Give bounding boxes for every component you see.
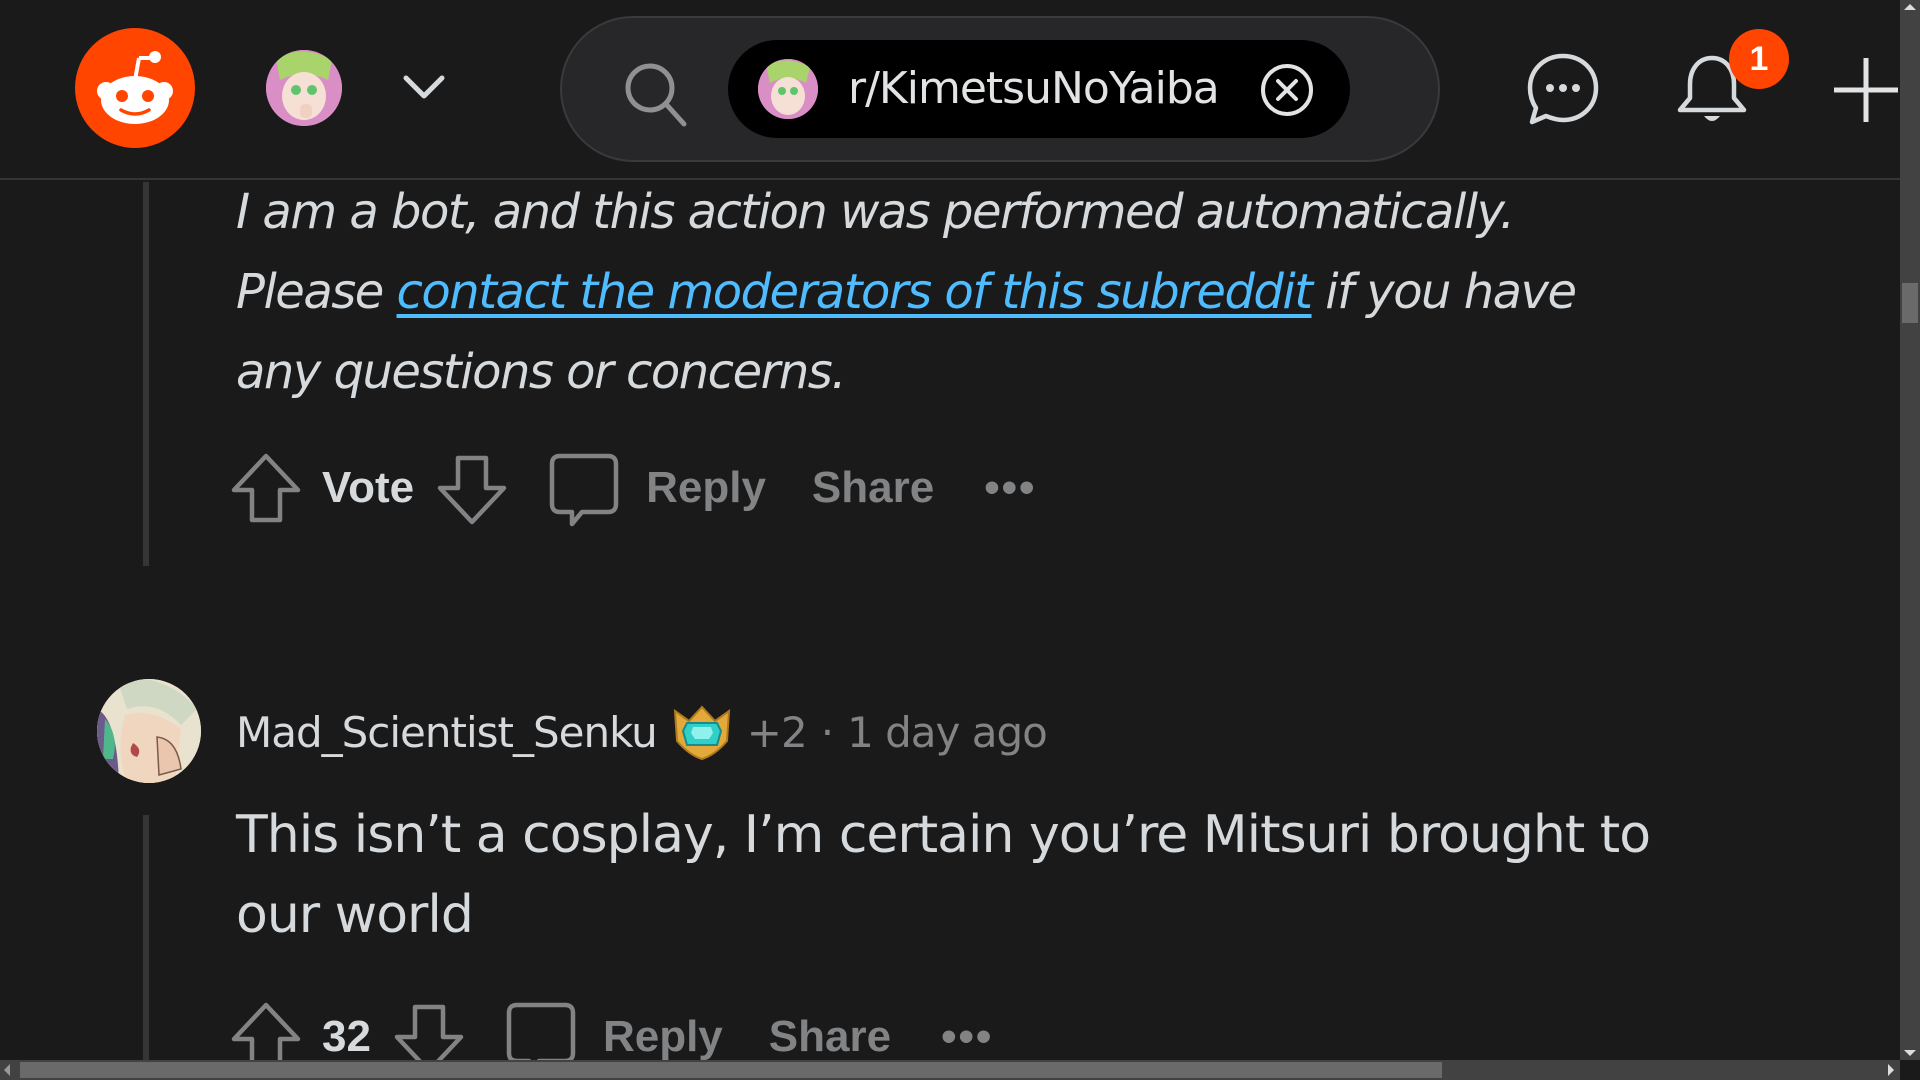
scrollbar-corner: [1900, 1060, 1920, 1080]
reply-label: Reply: [602, 1012, 723, 1061]
reply-button[interactable]: Reply: [546, 448, 766, 528]
plus-icon[interactable]: [1830, 54, 1902, 126]
scroll-left-arrow-icon[interactable]: [4, 1064, 10, 1076]
vote-count: Vote: [322, 463, 415, 512]
vertical-scrollbar[interactable]: [1900, 0, 1920, 1060]
username-link[interactable]: Mad_Scientist_Senku: [236, 708, 658, 757]
commenter-avatar[interactable]: [97, 679, 201, 783]
upvote-icon[interactable]: [228, 448, 304, 528]
subreddit-search-chip[interactable]: r/KimetsuNoYaiba: [728, 40, 1350, 138]
search-bar[interactable]: r/KimetsuNoYaiba: [560, 16, 1440, 162]
top-nav-bar: r/KimetsuNoYaiba 1: [0, 0, 1900, 180]
karma-score: +2: [746, 707, 808, 757]
meta-separator: ·: [820, 707, 834, 757]
bot-comment-line: I am a bot, and this action was performe…: [236, 184, 1515, 240]
more-options-icon[interactable]: •••: [941, 1012, 993, 1062]
vertical-scrollbar-thumb[interactable]: [1902, 283, 1918, 323]
close-circle-icon[interactable]: [1259, 62, 1315, 118]
comment-timestamp[interactable]: 1 day ago: [847, 708, 1048, 757]
downvote-icon[interactable]: [434, 448, 510, 528]
reddit-logo[interactable]: [75, 28, 195, 148]
user-avatar[interactable]: [266, 50, 342, 126]
comment-actions: Vote Reply Share •••: [228, 443, 1036, 533]
scroll-down-arrow-icon[interactable]: [1904, 1050, 1916, 1056]
bot-comment-text: Please: [236, 264, 397, 320]
comment-body: This isn’t a cosplay, I’m certain you’re…: [236, 805, 1651, 945]
gem-flair-icon: [673, 705, 730, 761]
notification-badge: 1: [1729, 29, 1789, 89]
contact-moderators-link[interactable]: contact the moderators of this subreddit: [397, 264, 1314, 320]
horizontal-scrollbar-thumb[interactable]: [20, 1062, 1442, 1078]
share-button[interactable]: Share: [769, 1012, 891, 1062]
chat-icon[interactable]: [1524, 50, 1602, 128]
subreddit-chip-label: r/KimetsuNoYaiba: [848, 63, 1220, 114]
comment-meta: Mad_Scientist_Senku +2 · 1 day ago: [236, 700, 1048, 764]
reddit-snoo-icon: [97, 51, 173, 124]
search-icon: [625, 63, 687, 127]
more-options-icon[interactable]: •••: [984, 463, 1036, 513]
reply-label: Reply: [646, 463, 766, 512]
bot-comment-body: I am a bot, and this action was performe…: [236, 172, 1656, 412]
scroll-right-arrow-icon[interactable]: [1888, 1064, 1894, 1076]
thread-line[interactable]: [143, 815, 149, 1060]
comment-bubble-icon: [549, 453, 619, 527]
vote-count: 32: [322, 1012, 371, 1061]
horizontal-scrollbar[interactable]: [0, 1060, 1900, 1080]
share-button[interactable]: Share: [812, 463, 934, 513]
chevron-down-icon[interactable]: [400, 70, 448, 106]
scroll-up-arrow-icon[interactable]: [1904, 4, 1916, 10]
subreddit-avatar: [758, 59, 818, 119]
thread-line[interactable]: [143, 182, 149, 566]
